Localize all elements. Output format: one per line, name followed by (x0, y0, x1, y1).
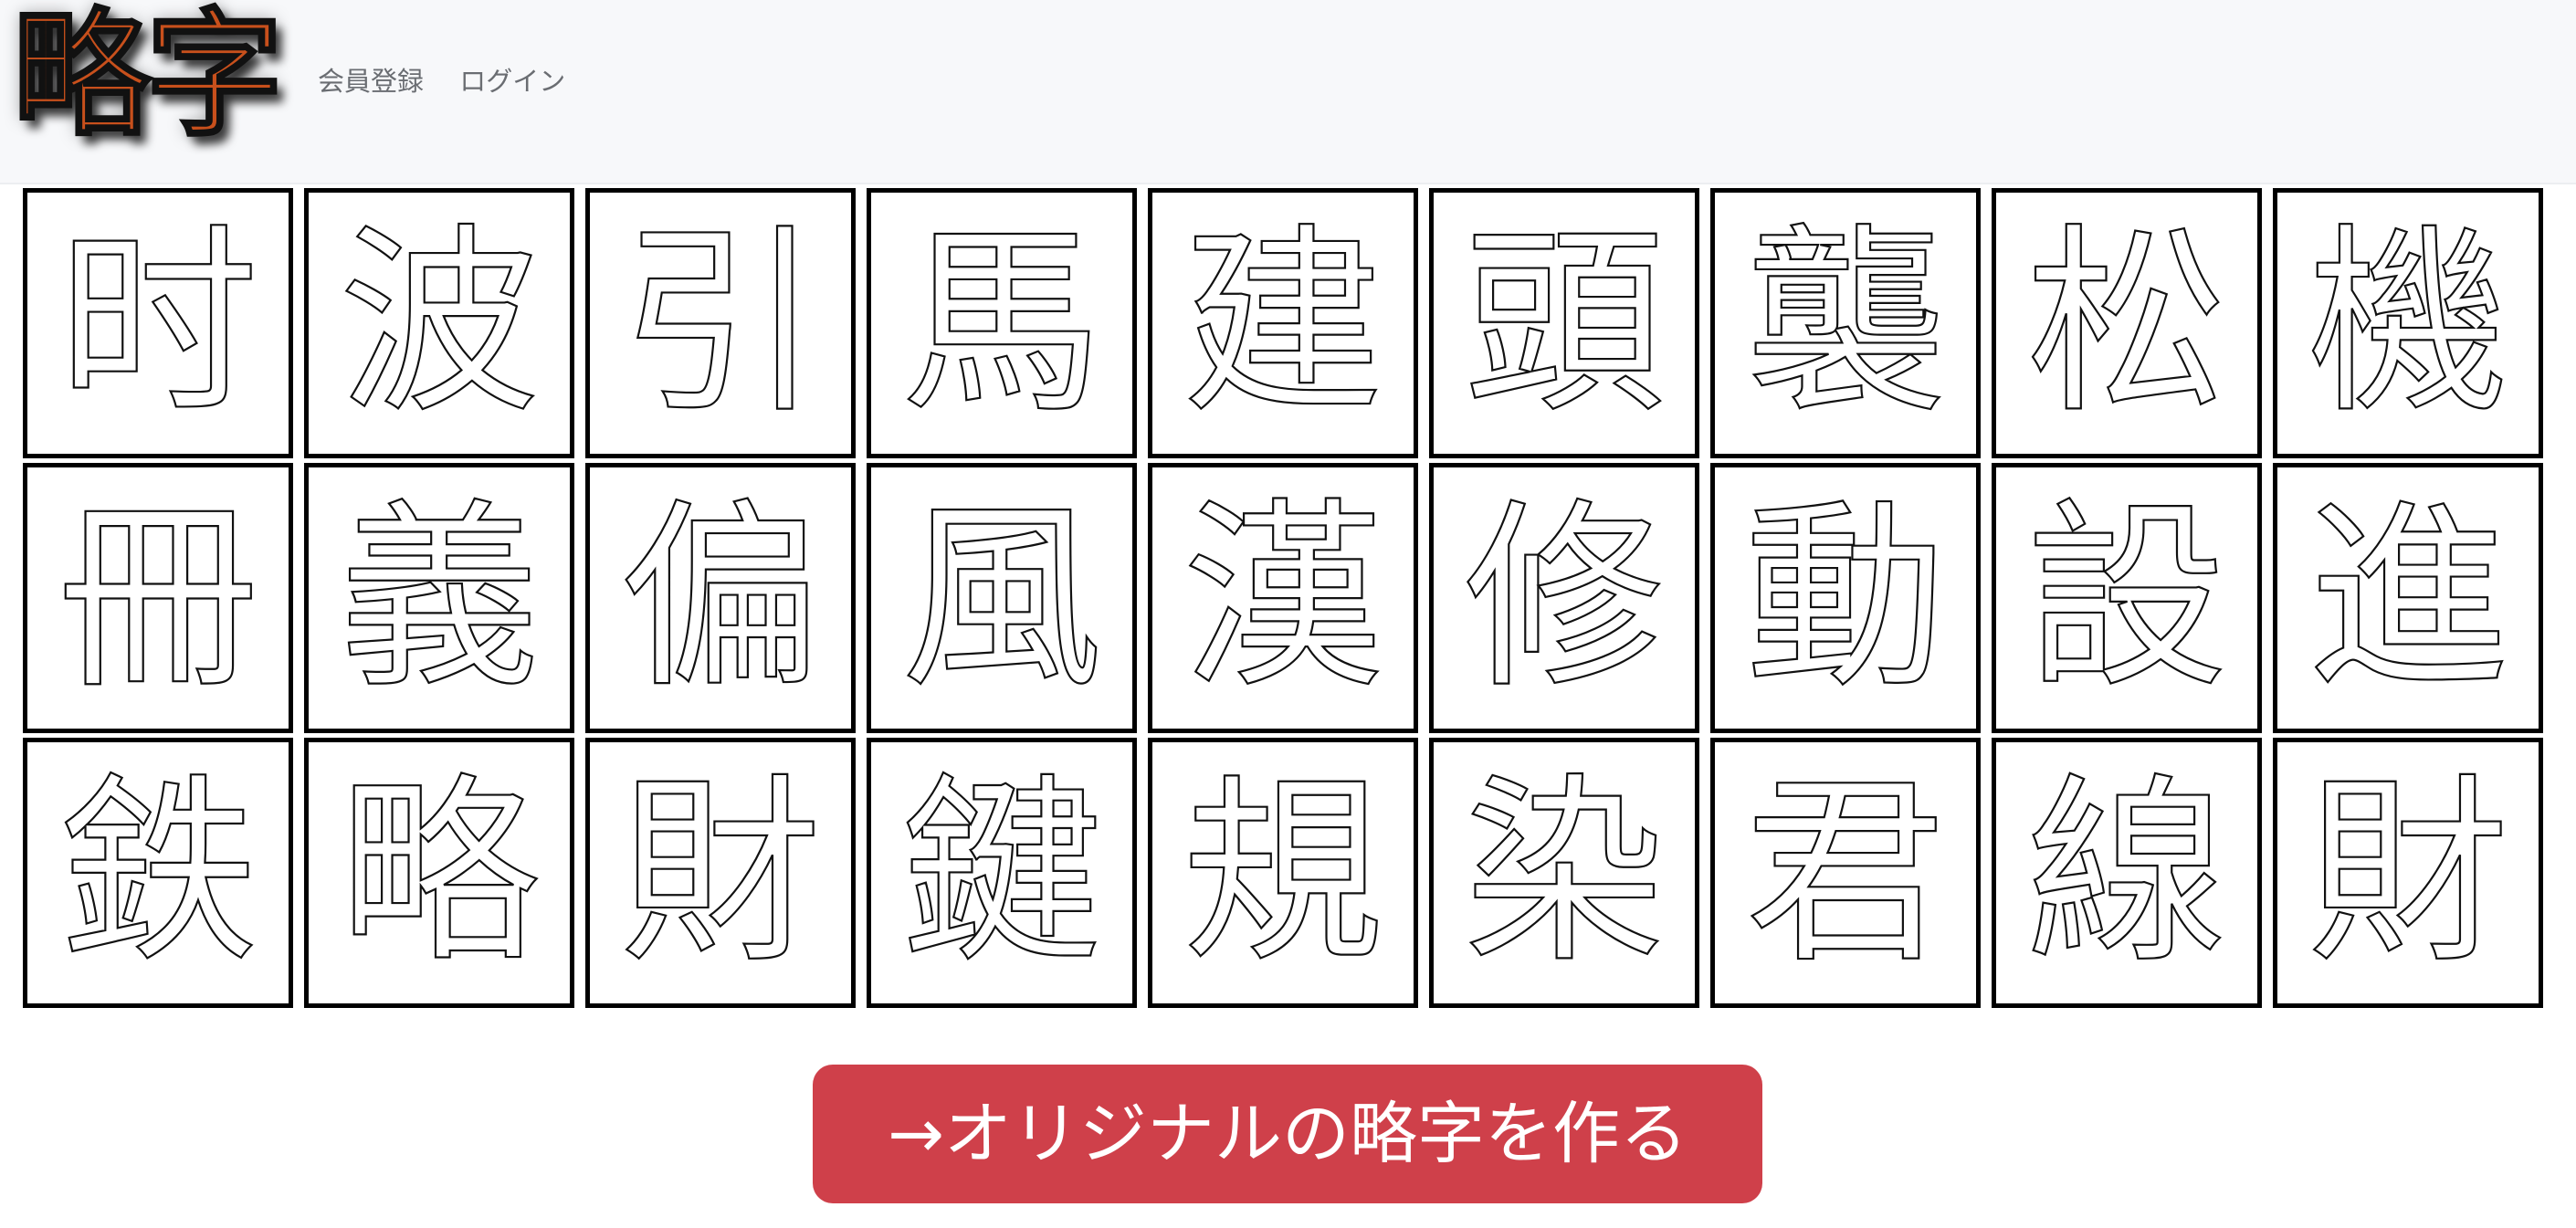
create-original-ryakuji-button[interactable]: →オリジナルの略字を作る (813, 1065, 1762, 1203)
ryakuji-tile[interactable]: 漢 (1148, 463, 1418, 733)
ryakuji-tile[interactable]: 君 (1710, 738, 1981, 1008)
ryakuji-tile[interactable]: 進 (2273, 463, 2543, 733)
ryakuji-tile[interactable]: 財 (2273, 738, 2543, 1008)
ryakuji-tile[interactable]: 建 (1148, 188, 1418, 458)
ryakuji-tile[interactable]: 風 (867, 463, 1137, 733)
ryakuji-tile[interactable]: 松 (1992, 188, 2262, 458)
ryakuji-tile[interactable]: 財 (585, 738, 856, 1008)
ryakuji-tile[interactable]: 偏 (585, 463, 856, 733)
ryakuji-tile[interactable]: 頭 (1429, 188, 1699, 458)
ryakuji-tile[interactable]: 馬 (867, 188, 1137, 458)
ryakuji-tile[interactable]: 設 (1992, 463, 2262, 733)
ryakuji-tile[interactable]: 規 (1148, 738, 1418, 1008)
ryakuji-tile[interactable]: 修 (1429, 463, 1699, 733)
ryakuji-tile[interactable]: 染 (1429, 738, 1699, 1008)
ryakuji-tile[interactable]: 鍵 (867, 738, 1137, 1008)
ryakuji-tile[interactable]: 義 (304, 463, 574, 733)
ryakuji-tile[interactable]: 略 (304, 738, 574, 1008)
navbar: 略字 会員登録 ログイン (0, 0, 2576, 184)
site-logo[interactable]: 略字 (11, 0, 284, 157)
ryakuji-tile[interactable]: 動 (1710, 463, 1981, 733)
ryakuji-tile[interactable]: 線 (1992, 738, 2262, 1008)
ryakuji-grid: 时 波 引 馬 建 頭 襲 松 機 冊 義 偏 風 漢 修 動 設 進 鉄 略 … (23, 188, 2561, 1008)
ryakuji-tile[interactable]: 鉄 (23, 738, 293, 1008)
ryakuji-tile[interactable]: 機 (2273, 188, 2543, 458)
ryakuji-tile[interactable]: 波 (304, 188, 574, 458)
nav-login-link[interactable]: ログイン (459, 66, 565, 97)
nav-links: 会員登録 ログイン (318, 60, 593, 99)
nav-register-link[interactable]: 会員登録 (318, 66, 424, 97)
ryakuji-tile[interactable]: 引 (585, 188, 856, 458)
ryakuji-tile[interactable]: 襲 (1710, 188, 1981, 458)
ryakuji-tile[interactable]: 时 (23, 188, 293, 458)
ryakuji-tile[interactable]: 冊 (23, 463, 293, 733)
